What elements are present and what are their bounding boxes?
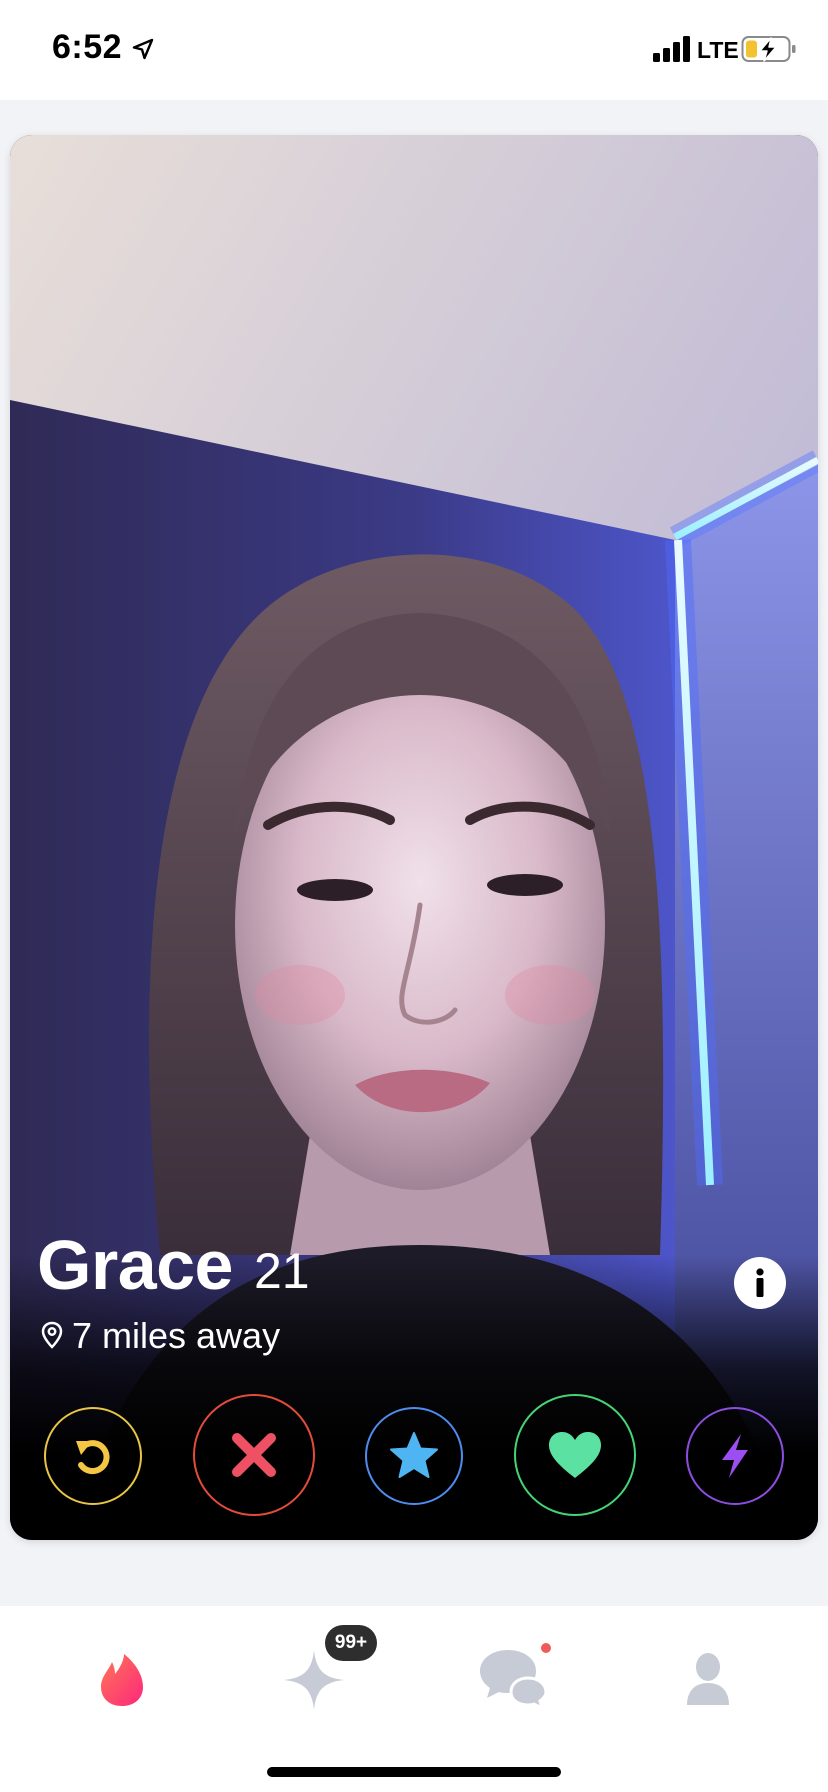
home-indicator[interactable] bbox=[267, 1767, 561, 1777]
profile-age: 21 bbox=[254, 1243, 310, 1299]
swipe-screen: 6:52 LTE Grace 21 7 miles away 99+ bbox=[0, 0, 828, 1792]
flame-icon bbox=[101, 1654, 143, 1706]
battery-charging-icon bbox=[741, 36, 796, 62]
heart-icon bbox=[549, 1432, 601, 1478]
location-arrow-icon bbox=[132, 38, 154, 60]
super-like-button[interactable] bbox=[365, 1407, 463, 1505]
rewind-icon bbox=[76, 1440, 110, 1475]
location-pin-icon bbox=[41, 1321, 63, 1349]
boost-button[interactable] bbox=[686, 1407, 784, 1505]
new-message-dot bbox=[541, 1643, 551, 1653]
distance-label: 7 miles away bbox=[72, 1315, 281, 1356]
like-button[interactable] bbox=[514, 1394, 636, 1516]
signal-bars-icon bbox=[653, 36, 690, 62]
nope-button[interactable] bbox=[193, 1394, 315, 1516]
profile-card[interactable]: Grace 21 7 miles away bbox=[10, 135, 818, 1540]
info-icon bbox=[756, 1268, 764, 1297]
profile-name: Grace bbox=[37, 1226, 233, 1304]
person-icon bbox=[687, 1653, 729, 1705]
top-picks-badge: 99+ bbox=[325, 1625, 377, 1661]
tab-bar: 99+ bbox=[0, 1606, 828, 1792]
status-time: 6:52 bbox=[52, 28, 123, 66]
star-icon bbox=[390, 1432, 438, 1478]
info-button[interactable] bbox=[734, 1257, 786, 1309]
tab-profile[interactable] bbox=[680, 1646, 736, 1712]
network-label: LTE bbox=[697, 37, 739, 63]
close-icon bbox=[232, 1433, 276, 1477]
tab-messages[interactable] bbox=[478, 1646, 548, 1712]
status-bar: 6:52 LTE bbox=[0, 0, 828, 100]
tab-discover[interactable] bbox=[92, 1648, 152, 1712]
chat-bubbles-icon bbox=[480, 1650, 548, 1710]
rewind-button[interactable] bbox=[44, 1407, 142, 1505]
lightning-icon bbox=[722, 1434, 748, 1478]
